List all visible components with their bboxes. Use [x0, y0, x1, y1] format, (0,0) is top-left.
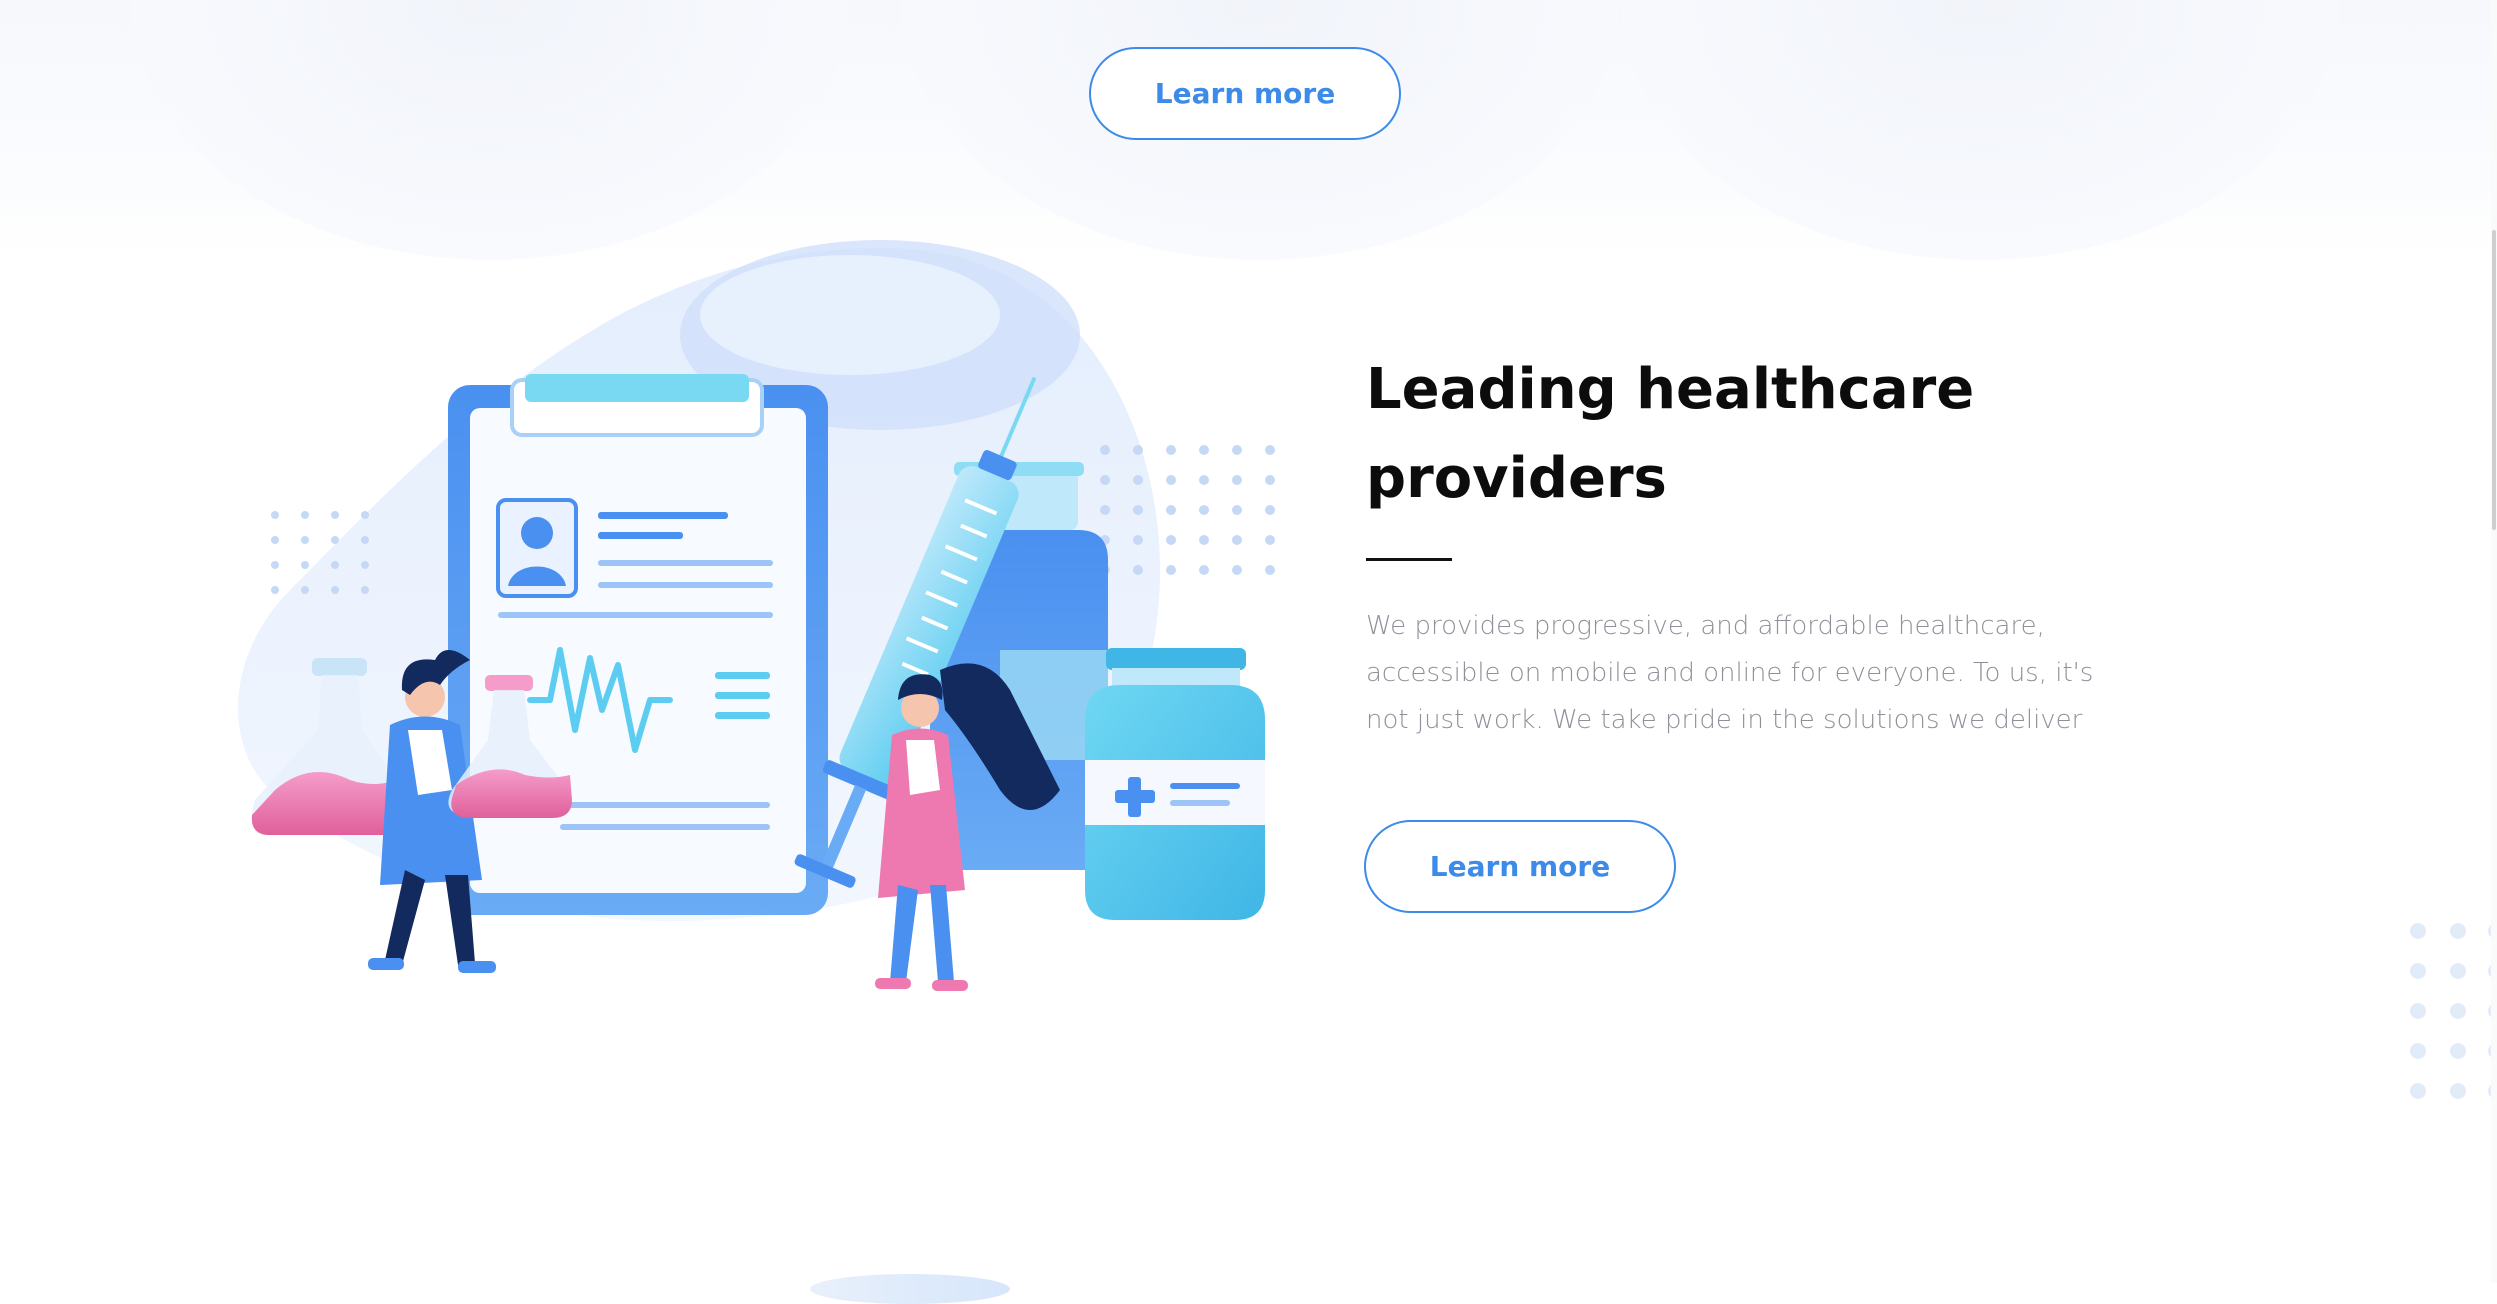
learn-more-button-top[interactable]: Learn more: [1089, 47, 1401, 140]
heading-line-1: Leading healthcare: [1366, 357, 1975, 422]
section-heading: Leading healthcare providers: [1366, 345, 2266, 523]
heading-line-2: providers: [1366, 446, 1667, 511]
next-section-shape: [810, 1274, 1010, 1304]
heading-divider: [1366, 558, 1452, 561]
scrollbar[interactable]: [2491, 0, 2497, 1283]
section-description: We provides progressive, and affordable …: [1366, 611, 2094, 735]
background-shape: [130, 0, 850, 260]
learn-more-button[interactable]: Learn more: [1364, 820, 1676, 913]
medical-clipboard-illustration: [230, 230, 1310, 1010]
decorative-dot-grid: [2407, 915, 2497, 1115]
background-shape: [1620, 0, 2340, 260]
scrollbar-thumb[interactable]: [2492, 230, 2496, 530]
